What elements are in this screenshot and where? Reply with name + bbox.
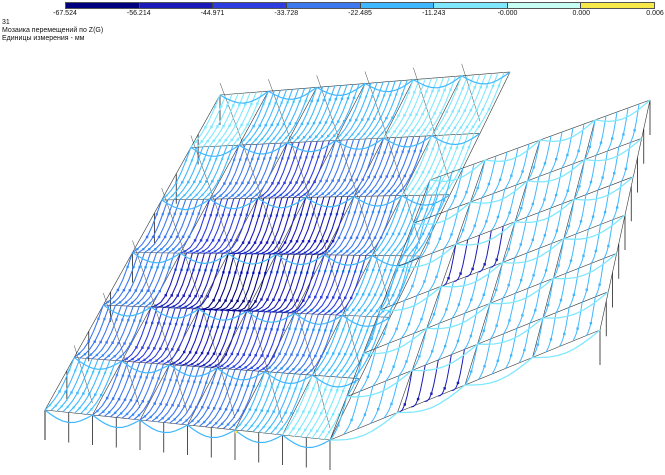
purlin-deflection — [437, 354, 452, 397]
purlin-deflection — [600, 185, 611, 225]
purlin-deflection — [424, 359, 439, 402]
purlin-deflection — [606, 111, 618, 152]
purlin-deflection — [196, 94, 227, 148]
purlin-deflection — [410, 365, 426, 408]
truss-diagonal — [150, 294, 170, 353]
purlin-deflection — [550, 168, 563, 209]
purlin-deflection — [597, 151, 608, 191]
purlin-deflection — [568, 268, 580, 308]
purlin-deflection — [538, 135, 552, 177]
purlin-deflection — [451, 276, 467, 319]
purlin-deflection — [514, 217, 528, 259]
purlin-deflection — [590, 224, 601, 264]
purlin-deflection — [538, 208, 551, 249]
purlin-deflection — [516, 288, 529, 329]
purlin-deflection — [572, 302, 583, 342]
purlin-deflection — [478, 338, 492, 380]
purlin-deflection — [527, 248, 540, 289]
purlin-deflection — [491, 333, 505, 375]
truss-diagonal — [257, 186, 277, 243]
base-node-marker — [234, 430, 238, 434]
purlin-deflection — [424, 323, 440, 366]
purlin-deflection — [595, 115, 607, 156]
purlin-deflection — [618, 107, 629, 148]
purlin-deflection — [549, 131, 563, 173]
purlin-deflection — [587, 190, 599, 230]
purlin-deflection — [437, 318, 453, 361]
purlin-deflection — [561, 127, 574, 169]
purlin-deflection — [559, 307, 570, 347]
truss-diagonal — [246, 299, 265, 360]
purlin-deflection — [578, 229, 589, 269]
truss-diagonal — [305, 185, 325, 243]
purlin-deflection — [424, 175, 442, 220]
purlin-deflection — [502, 257, 516, 299]
truss-diagonal — [461, 63, 481, 122]
purlin-deflection — [503, 293, 516, 334]
purlin-deflection — [464, 271, 479, 314]
purlin-deflection — [450, 313, 466, 355]
purlin-deflection — [323, 378, 355, 440]
truss-diagonal — [198, 297, 218, 357]
purlin-deflection — [505, 328, 518, 369]
purlin-deflection — [526, 176, 540, 218]
purlin-deflection — [585, 155, 597, 195]
purlin-deflection — [565, 233, 577, 274]
purlin-deflection — [108, 252, 140, 306]
purlin-deflection — [575, 194, 587, 235]
purlin-deflection — [514, 252, 528, 294]
purlin-deflection — [581, 263, 592, 303]
purlin-deflection — [538, 172, 551, 213]
purlin-deflection — [477, 230, 492, 273]
purlin-deflection — [526, 212, 540, 254]
structure-3d-view[interactable] — [0, 0, 665, 475]
purlin-deflection — [490, 298, 504, 340]
truss-diagonal — [180, 241, 200, 298]
purlin-deflection — [609, 146, 620, 186]
